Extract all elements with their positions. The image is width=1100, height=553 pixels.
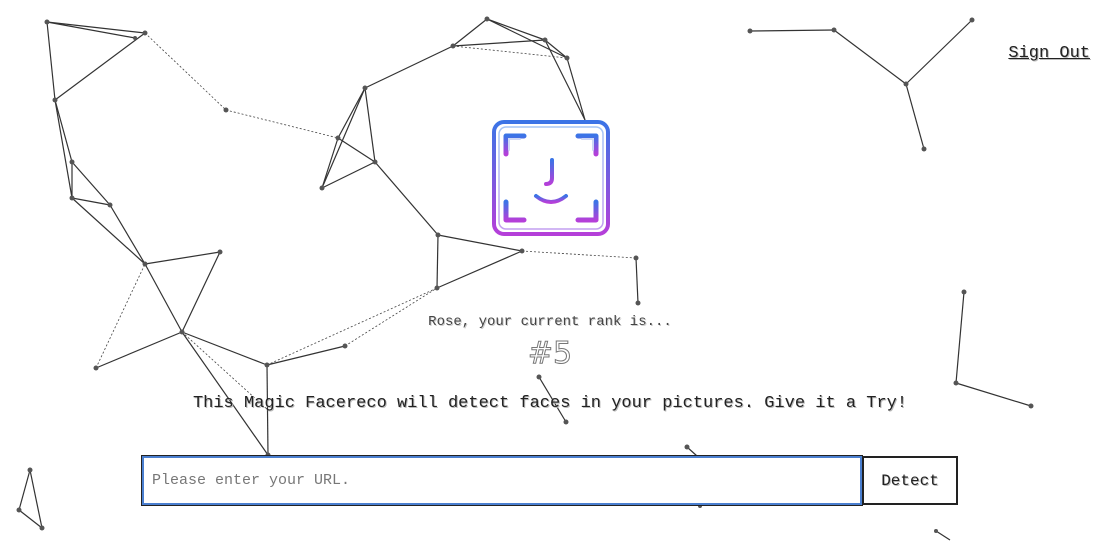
- detect-button[interactable]: Detect: [862, 456, 958, 505]
- url-form: Detect: [141, 455, 958, 506]
- sign-out-link[interactable]: Sign Out: [1008, 44, 1090, 63]
- url-input[interactable]: [141, 455, 863, 506]
- rank-message: Rose, your current rank is...: [428, 314, 672, 330]
- tagline: This Magic Facereco will detect faces in…: [192, 394, 908, 413]
- face-recognition-icon: [492, 120, 610, 236]
- logo: [492, 120, 610, 236]
- rank-number: #5: [527, 336, 573, 372]
